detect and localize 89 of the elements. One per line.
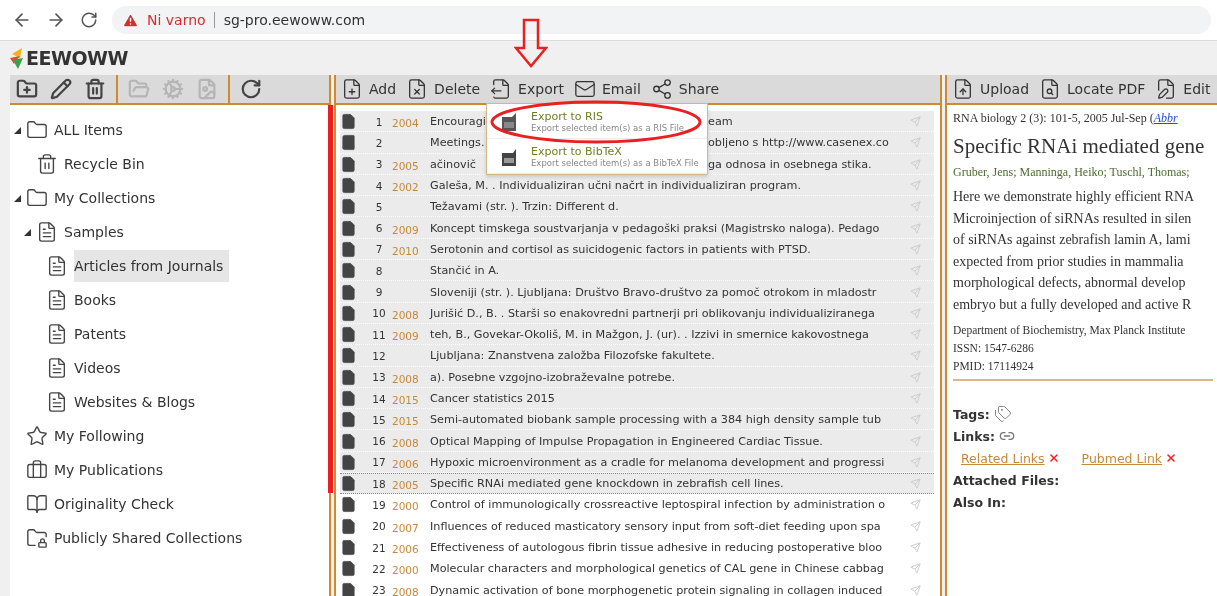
year-text: 2009: [392, 330, 419, 343]
title-text: Molecular characters and morphological genetics of CAL gene in Chinese cabbag: [430, 562, 884, 576]
row-number: 8: [374, 264, 384, 277]
year-text: 2000: [392, 564, 419, 577]
row-number: 17: [371, 456, 387, 469]
security-warning: Ni varno: [147, 12, 206, 28]
abstract-line: Microinjection of siRNAs resulted in silen: [953, 209, 1193, 228]
title-text: ga odnosa in osebnega stika.: [708, 157, 872, 171]
row-number: 13: [371, 371, 387, 384]
title-text: Semi-automated biobank sample processing with a 384 high density sample tub: [430, 413, 882, 427]
title-text: Sloveniji (str. ). Ljubljana: Društvo Bravo-društvo za pomoč otrokom in mladostr: [430, 285, 877, 299]
pmid-text: PMID: 17114924: [953, 359, 1035, 374]
title-text: eam: [708, 115, 733, 129]
title-text: Influences of reduced masticatory sensory input from soft-diet feeding upon spa: [430, 519, 881, 533]
year-text: 2007: [392, 521, 419, 534]
year-text: 2006: [392, 457, 419, 470]
year-text: 2006: [392, 543, 419, 556]
menu-label: Export to RIS: [531, 110, 604, 123]
row-number: 19: [371, 499, 387, 511]
title-text: Dynamic activation of bone morphogenetic protein signaling in collagen induced: [430, 583, 883, 596]
tags-label: Tags:: [953, 406, 990, 422]
year-text: 2008: [392, 308, 419, 321]
abstract-line: of siRNAs against zebrafish lamin A, lami: [953, 231, 1192, 249]
row-number: 18: [371, 477, 387, 490]
title-text: Galeša, M. . Individualiziran učni načrt in individualiziran program.: [430, 179, 802, 193]
year-text: 2015: [392, 415, 419, 428]
row-number: 5: [374, 200, 384, 213]
year-text: 2002: [392, 181, 419, 194]
also-in-label: Also In:: [953, 494, 1006, 510]
row-number: 23: [371, 584, 387, 596]
row-number: 15: [371, 413, 387, 426]
year-text: 2010: [392, 244, 419, 257]
attached-files-label: Attached Files:: [953, 472, 1060, 488]
row-number: 1: [374, 115, 384, 128]
year-text: 2008: [392, 372, 419, 385]
issn-text: ISSN: 1547-6286: [953, 341, 1035, 356]
row-number: 9: [374, 286, 384, 298]
logo-text: EEWOWW: [26, 47, 128, 69]
title-text: Ljubljana: Znanstvena založba Filozofske fakultete.: [430, 349, 715, 363]
article-title: Specific RNAi mediated gene: [953, 134, 1206, 159]
title-text: Specific RNAi mediated gene knockdown in zebrafish cell lines.: [430, 477, 784, 491]
row-number: 14: [371, 392, 387, 405]
year-text: 2009: [392, 223, 419, 236]
affiliation-text: Department of Biochemistry, Max Planck Institute: [953, 323, 1187, 339]
title-text: Encouragi: [430, 115, 486, 129]
title-text: Control of immunologically crossreactive leptospiral infection by administration o: [430, 498, 886, 512]
row-number: 16: [371, 435, 387, 448]
year-text: 2005: [392, 159, 419, 172]
menu-description: Export selected item(s) as a RIS File: [531, 123, 685, 133]
title-text: ačinovič: [430, 157, 476, 171]
year-text: 2015: [392, 394, 419, 406]
row-number: 12: [371, 349, 387, 362]
menu-description: Export selected item(s) as a BibTeX File: [531, 158, 699, 168]
row-number: 11: [371, 328, 387, 341]
abstract-line: expected from prior studies in mammalia: [953, 252, 1185, 271]
row-number: 3: [374, 158, 384, 171]
title-text: Cancer statistics 2015: [430, 392, 555, 405]
year-text: 2005: [392, 479, 419, 492]
abstract-line: embryo but a fully developed and active R: [953, 295, 1193, 314]
title-text: Težavami (str. ). Trzin: Different d.: [430, 200, 619, 214]
links-label: Links:: [953, 428, 995, 444]
title-text: obljeno s http://www.casenex.co: [708, 136, 889, 150]
row-number: 4: [374, 179, 384, 192]
row-number: 21: [371, 541, 387, 554]
title-text: Effectiveness of autologous fibrin tissue adhesive in reducing postoperative bloo: [430, 541, 883, 555]
row-number: 10: [371, 307, 387, 320]
abstract-line: morphological defects, abnormal develop: [953, 274, 1187, 292]
year-text: 2008: [392, 585, 419, 596]
row-number: 7: [374, 243, 384, 256]
authors-text: Gruber, Jens; Manninga, Heiko; Tuschl, Thomas;: [953, 165, 1191, 180]
title-text: Jurišić D., B. . Starši so enakovredni partnerji pri oblikovanju individualiziranega: [430, 306, 875, 320]
citation-text: RNA biology 2 (3): 101-5, 2005 Jul-Sep (Abbr: [953, 111, 1179, 126]
year-text: 2000: [392, 500, 419, 513]
title-text: Stančić in A.: [430, 264, 500, 278]
title-text: a). Posebne vzgojno-izobraževalne potrebe.: [430, 370, 675, 384]
title-text: Hypoxic microenvironment as a cradle for melanoma development and progressi: [430, 455, 885, 469]
url-text: sg-pro.eewoww.com: [213, 12, 366, 28]
title-text: teh, B., Govekar-Okoliš, M. in Mažgon, J. (ur). . Izzivi in smernice kakovostnega: [430, 328, 869, 342]
row-number: 6: [374, 222, 384, 235]
year-text: 2008: [392, 436, 419, 449]
title-text: Serotonin and cortisol as suicidogenic factors in patients with PTSD.: [430, 242, 811, 256]
row-number: 20: [371, 520, 387, 533]
year-text: 2004: [392, 117, 419, 130]
row-number: 2: [374, 136, 384, 149]
title-text: Meetings.: [430, 136, 485, 150]
row-number: 22: [371, 562, 387, 575]
title-text: Optical Mapping of Impulse Propagation in Engineered Cardiac Tissue.: [430, 434, 823, 448]
abstract-line: Here we demonstrate highly efficient RNA: [953, 188, 1196, 206]
title-text: Koncept timskega soustvarjanja v pedagoški praksi (Magistrsko naloga). Pedago: [430, 221, 880, 235]
